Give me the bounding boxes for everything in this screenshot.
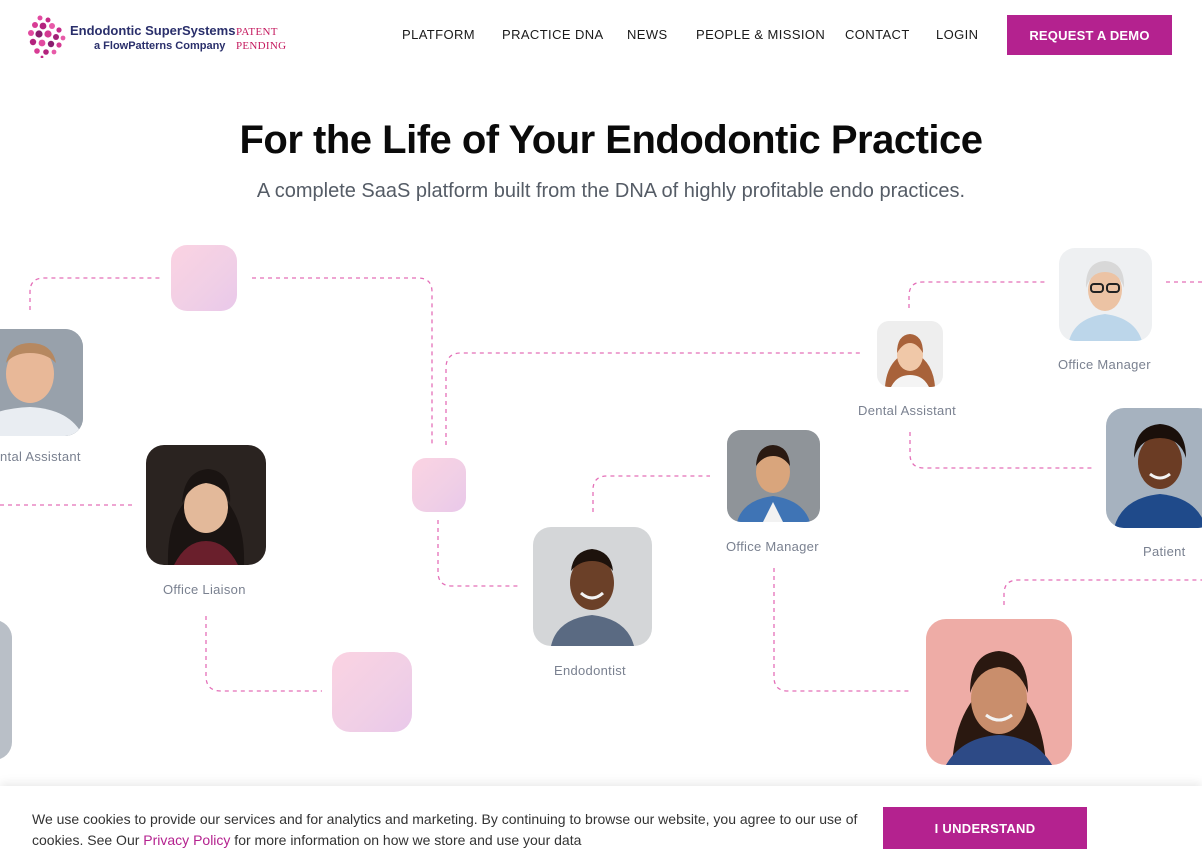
accept-cookies-button[interactable]: I UNDERSTAND xyxy=(883,807,1087,849)
avatar-endodontist xyxy=(533,527,652,646)
role-label: Patient xyxy=(1143,544,1186,559)
cookie-message: We use cookies to provide our services a… xyxy=(32,809,882,851)
privacy-policy-link[interactable]: Privacy Policy xyxy=(143,832,230,848)
avatar-dental-assistant-left xyxy=(0,329,83,436)
avatar-office-manager-middle xyxy=(727,430,820,522)
avatar-office-liaison xyxy=(146,445,266,565)
cookie-banner: We use cookies to provide our services a… xyxy=(0,786,1202,866)
avatar-patient xyxy=(1106,408,1202,528)
avatar-partial-left xyxy=(0,620,12,760)
cookie-text-after: for more information on how we store and… xyxy=(230,832,582,848)
decorative-tile xyxy=(412,458,466,512)
role-label: Dental Assistant xyxy=(858,403,957,418)
avatar-office-manager-top-right xyxy=(1059,248,1152,341)
role-label: Office Manager xyxy=(726,539,819,554)
role-label: Endodontist xyxy=(554,663,626,678)
role-label: Office Manager xyxy=(1058,357,1151,372)
decorative-tile xyxy=(332,652,412,732)
avatar-bottom-right xyxy=(926,619,1072,765)
avatar-dental-assistant-right xyxy=(877,321,943,387)
decorative-tile xyxy=(171,245,237,311)
role-label: Office Liaison xyxy=(163,582,246,597)
role-label: ntal Assistant xyxy=(0,449,81,464)
